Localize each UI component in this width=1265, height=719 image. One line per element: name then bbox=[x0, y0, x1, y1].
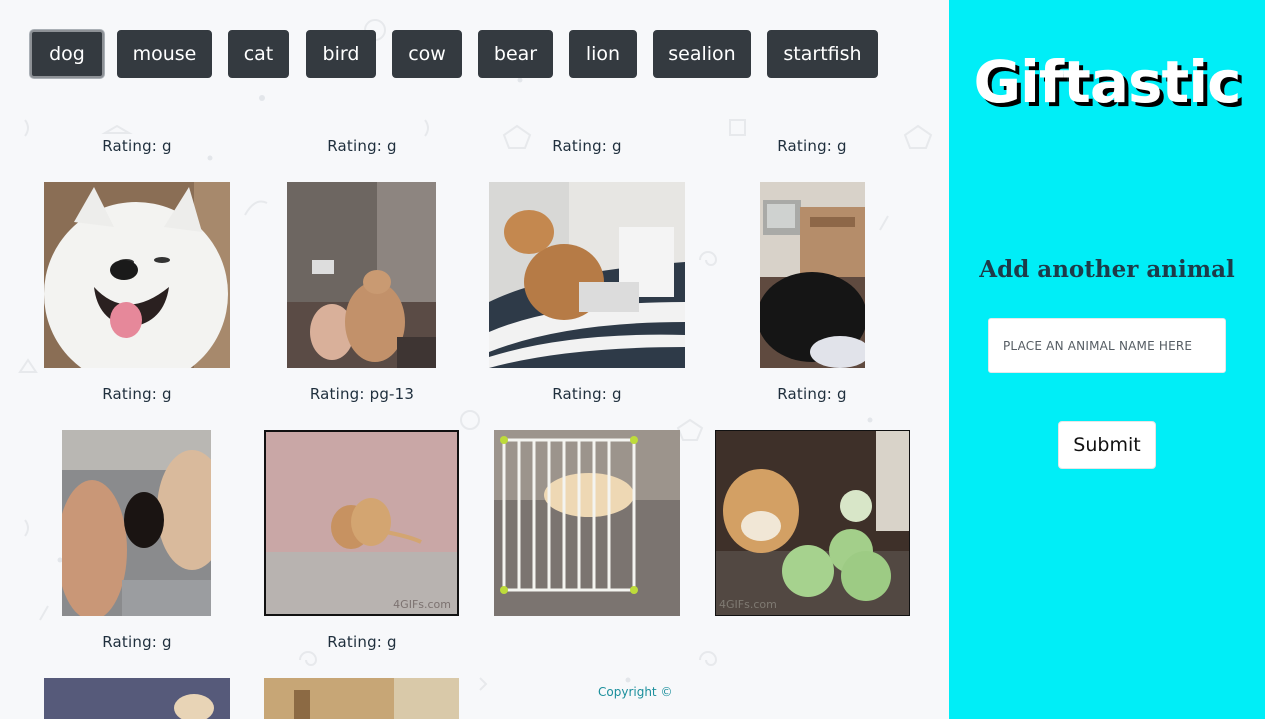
animal-button-bear[interactable]: bear bbox=[478, 30, 553, 78]
gif-rating: Rating: g bbox=[102, 385, 172, 403]
gif-image-puppy-playpen[interactable] bbox=[494, 430, 680, 616]
sidebar: Giftastic Add another animal Submit bbox=[949, 0, 1265, 719]
gif-results-area: dog mouse cat bird cow bear lion sealion… bbox=[0, 0, 949, 719]
animal-button-lion[interactable]: lion bbox=[569, 30, 637, 78]
gif-rating: Rating: pg-13 bbox=[309, 385, 415, 403]
animal-button-sealion[interactable]: sealion bbox=[653, 30, 751, 78]
animal-button-bird[interactable]: bird bbox=[306, 30, 376, 78]
gif-rating: Rating: g bbox=[552, 137, 622, 155]
gif-rating: Rating: g bbox=[552, 385, 622, 403]
gif-rating: Rating: g bbox=[777, 385, 847, 403]
animal-button-cat[interactable]: cat bbox=[228, 30, 289, 78]
gif-rating: Rating: g bbox=[327, 137, 397, 155]
gif-image-dog-on-couch[interactable] bbox=[287, 182, 436, 368]
gif-image-corgi-cabbage[interactable]: 4GIFs.com bbox=[715, 430, 910, 616]
submit-button[interactable]: Submit bbox=[1058, 421, 1156, 469]
animal-name-input[interactable] bbox=[988, 318, 1226, 373]
gif-watermark: 4GIFs.com bbox=[719, 598, 777, 611]
gif-image-dog-room[interactable] bbox=[760, 182, 865, 368]
gif-image-shiba-laptop[interactable] bbox=[489, 182, 685, 368]
gif-rating: Rating: g bbox=[102, 633, 172, 651]
brand-logo: Giftastic bbox=[973, 48, 1241, 116]
animal-button-startfish[interactable]: startfish bbox=[767, 30, 878, 78]
animal-button-mouse[interactable]: mouse bbox=[117, 30, 212, 78]
gif-rating: Rating: g bbox=[777, 137, 847, 155]
gif-image-partial-2[interactable] bbox=[264, 678, 459, 719]
gif-image-partial-1[interactable] bbox=[44, 678, 230, 719]
gif-image-dog-hands[interactable] bbox=[62, 430, 211, 616]
add-animal-heading: Add another animal bbox=[979, 256, 1235, 283]
gif-rating: Rating: g bbox=[327, 633, 397, 651]
animal-button-cow[interactable]: cow bbox=[392, 30, 462, 78]
footer-copyright: Copyright © bbox=[598, 685, 673, 699]
animal-button-dog[interactable]: dog bbox=[30, 30, 104, 78]
gif-watermark: 4GIFs.com bbox=[393, 598, 451, 611]
gif-image-samoyed[interactable] bbox=[44, 182, 230, 368]
gif-rating: Rating: g bbox=[102, 137, 172, 155]
gif-image-chihuahuas[interactable]: 4GIFs.com bbox=[264, 430, 459, 616]
